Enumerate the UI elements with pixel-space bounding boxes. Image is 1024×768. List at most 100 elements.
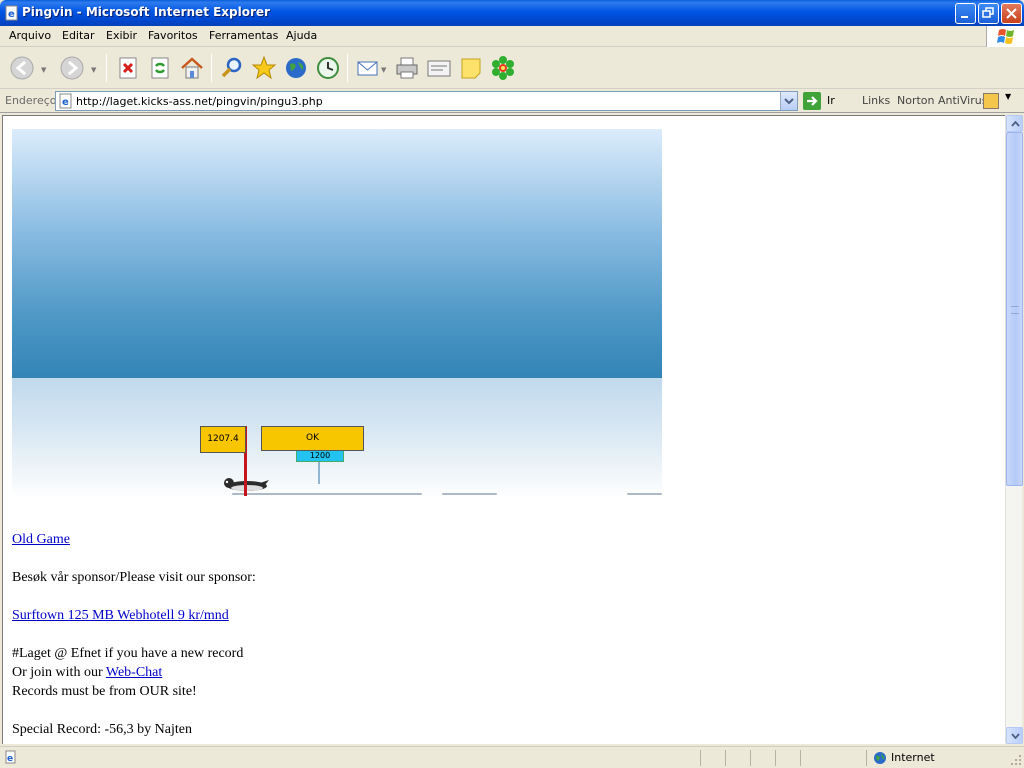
arrow-up-icon [1011, 121, 1020, 127]
pingvin-game[interactable]: 1200 1207.4 OK [12, 129, 662, 499]
windows-logo [986, 26, 1024, 47]
ground-track [442, 493, 497, 495]
mail-dropdown-icon[interactable]: ▼ [381, 66, 386, 74]
ground-track [627, 493, 662, 495]
svg-text:e: e [7, 754, 13, 764]
address-input[interactable] [76, 93, 776, 109]
home-button[interactable] [178, 54, 206, 82]
status-separator [775, 750, 776, 766]
scroll-up-button[interactable] [1006, 115, 1023, 132]
refresh-icon [151, 57, 169, 79]
globe-icon [874, 752, 886, 764]
status-separator [725, 750, 726, 766]
go-arrow-icon [803, 92, 821, 110]
back-icon [10, 56, 34, 80]
search-button[interactable] [218, 54, 246, 82]
menu-exibir[interactable]: Exibir [106, 29, 137, 42]
toolbar: ▼ ▼ ▼ [0, 48, 1024, 89]
printer-icon [396, 57, 418, 79]
icq-flower-icon [492, 56, 514, 80]
mail-icon [357, 61, 378, 76]
svg-text:e: e [8, 9, 15, 20]
records-note: Records must be from OUR site! [12, 684, 197, 699]
toolbar-separator [347, 54, 348, 82]
edit-button[interactable] [425, 54, 453, 82]
special-record: Special Record: -56,3 by Najten [12, 722, 193, 737]
back-dropdown-icon[interactable]: ▼ [41, 66, 46, 74]
close-button[interactable] [1001, 3, 1022, 24]
ie-page-icon: e [59, 93, 72, 109]
search-icon [221, 57, 242, 78]
menu-favoritos[interactable]: Favoritos [148, 29, 198, 42]
maximize-button[interactable] [978, 3, 999, 24]
back-button[interactable] [8, 54, 36, 82]
history-icon [317, 57, 339, 79]
stop-button[interactable] [114, 54, 142, 82]
game-sky [12, 129, 662, 378]
history-button[interactable] [314, 54, 342, 82]
sponsor-link[interactable]: Surftown 125 MB Webhotell 9 kr/mnd [12, 606, 229, 625]
ie-page-icon: e [5, 5, 18, 21]
status-bar: e Internet [0, 746, 1024, 768]
svg-text:e: e [62, 97, 69, 108]
norton-dropdown-icon[interactable]: ▼ [1005, 92, 1011, 101]
restore-icon [982, 7, 994, 18]
address-field[interactable]: e [55, 91, 798, 111]
scroll-grip-icon [1011, 306, 1019, 314]
address-dropdown-button[interactable] [780, 92, 797, 110]
menu-arquivo[interactable]: Arquivo [9, 29, 51, 42]
title-bar: e Pingvin - Microsoft Internet Explorer [0, 0, 1024, 26]
norton-icon[interactable] [983, 93, 999, 109]
print-button[interactable] [393, 54, 421, 82]
edit-page-icon [427, 60, 451, 77]
minimize-button[interactable] [955, 3, 976, 24]
scroll-down-button[interactable] [1006, 727, 1023, 744]
page-status-icon: e [5, 750, 16, 764]
status-separator [700, 750, 701, 766]
ok-button[interactable]: OK [261, 426, 364, 451]
refresh-button[interactable] [146, 54, 174, 82]
join-prefix: Or join with our [12, 665, 106, 680]
sponsor-text: Besøk vår sponsor/Please visit our spons… [12, 570, 256, 585]
home-icon [181, 57, 203, 79]
favorites-button[interactable] [250, 54, 278, 82]
forward-button[interactable] [58, 54, 86, 82]
old-game-link[interactable]: Old Game [12, 530, 70, 549]
close-icon [1006, 8, 1017, 19]
media-button[interactable] [282, 54, 310, 82]
window-title: Pingvin - Microsoft Internet Explorer [22, 5, 270, 19]
menu-bar: Arquivo Editar Exibir Favoritos Ferramen… [0, 26, 1024, 47]
norton-antivirus-button[interactable]: Norton AntiVirus [897, 94, 987, 107]
arrow-down-icon [1011, 733, 1020, 739]
star-icon [251, 55, 277, 80]
address-bar: Endereço e Ir Links Norton AntiVirus ▼ [0, 89, 1024, 113]
scroll-thumb[interactable] [1006, 132, 1023, 486]
target-pole [318, 462, 320, 484]
vertical-scrollbar[interactable] [1005, 115, 1023, 744]
minimize-icon [961, 16, 968, 18]
forward-dropdown-icon[interactable]: ▼ [91, 66, 96, 74]
stop-icon [119, 57, 137, 79]
links-button[interactable]: Links [862, 94, 890, 107]
windows-flag-icon [997, 29, 1014, 44]
toolbar-separator [106, 54, 107, 82]
sticky-note-icon [461, 58, 481, 79]
webchat-link[interactable]: Web-Chat [106, 665, 162, 680]
icq-button[interactable] [489, 54, 517, 82]
distance-sign: 1207.4 [200, 426, 246, 453]
notes-button[interactable] [457, 54, 485, 82]
menu-editar[interactable]: Editar [62, 29, 95, 42]
go-button[interactable]: Ir [803, 92, 843, 110]
join-line: Or join with our Web-Chat [12, 663, 162, 682]
address-label: Endereço [5, 94, 57, 107]
chevron-down-icon [784, 98, 794, 105]
menu-ajuda[interactable]: Ajuda [286, 29, 317, 42]
menu-ferramentas[interactable]: Ferramentas [209, 29, 278, 42]
status-separator [800, 750, 801, 766]
page-viewport: 1200 1207.4 OK Old Game Besøk vår sponso… [2, 115, 1005, 744]
forward-icon [60, 56, 84, 80]
mail-button[interactable] [354, 54, 382, 82]
status-separator [866, 750, 867, 766]
globe-icon [286, 58, 306, 78]
resize-grip-icon[interactable] [1010, 754, 1022, 766]
